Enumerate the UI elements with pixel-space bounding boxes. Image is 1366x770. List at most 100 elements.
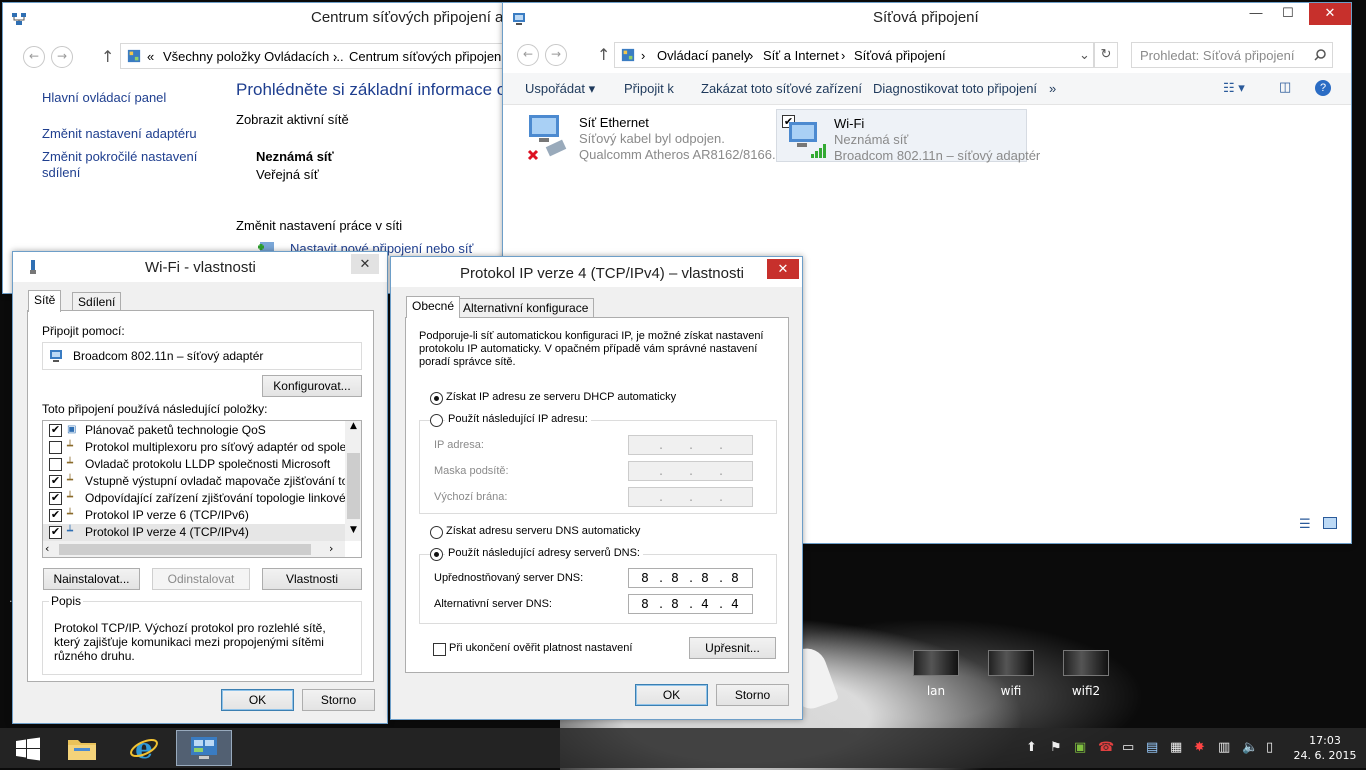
close-button[interactable]: ✕	[767, 259, 799, 279]
search-box[interactable]: Prohledat: Síťová připojení	[1131, 42, 1333, 68]
breadcrumb-overflow[interactable]: «	[147, 49, 154, 64]
list-item[interactable]: ✔ ▣ Plánovač paketů technologie QoS	[43, 422, 345, 439]
monitor-icon[interactable]: ▭	[1122, 740, 1134, 755]
back-button[interactable]: ←	[23, 46, 45, 68]
maximize-button[interactable]: ☐	[1273, 3, 1303, 25]
item-checkbox[interactable]: ✔	[49, 475, 62, 488]
bluetooth-icon[interactable]: ▤	[1146, 740, 1158, 755]
alternate-dns-field[interactable]: 8. 8. 4. 4	[628, 594, 753, 614]
ip-address-field[interactable]: ...	[628, 435, 753, 455]
breadcrumb-item[interactable]: Síťová připojení	[854, 48, 946, 63]
display-icon[interactable]: ▦	[1170, 740, 1182, 755]
subnet-mask-field[interactable]: ...	[628, 461, 753, 481]
item-checkbox[interactable]: ✔	[49, 509, 62, 522]
adapter-ethernet[interactable]: Síť Ethernet Síťový kabel byl odpojen. Q…	[523, 109, 783, 163]
forward-button[interactable]: →	[545, 44, 567, 66]
adapter-wifi[interactable]: ✔ Wi-Fi Neznámá síť Broadcom 802.11n – s…	[776, 109, 1040, 163]
address-bar[interactable]: « Všechny položky Ovládacích ... › Centr…	[120, 43, 515, 69]
up-arrow-icon[interactable]: ↑	[597, 45, 610, 64]
list-item[interactable]: ┷ Ovladač protokolu LLDP společnosti Mic…	[43, 456, 345, 473]
security-icon[interactable]: ✸	[1194, 740, 1205, 755]
properties-button[interactable]: Vlastnosti	[262, 568, 362, 590]
scroll-thumb[interactable]	[347, 453, 360, 519]
item-checkbox[interactable]: ✔	[49, 526, 62, 539]
network-icon[interactable]: ▥	[1218, 740, 1230, 755]
address-bar[interactable]: › Ovládací panely › Síť a Internet › Síť…	[614, 42, 1094, 68]
volume-icon[interactable]: 🔈	[1242, 740, 1258, 755]
clock[interactable]: 17:03 24. 6. 2015	[1290, 733, 1360, 763]
item-checkbox[interactable]: ✔	[49, 492, 62, 505]
tray-icon-red[interactable]: ☎	[1098, 740, 1114, 755]
ok-button[interactable]: OK	[221, 689, 294, 711]
default-gateway-field[interactable]: ...	[628, 487, 753, 507]
up-arrow-icon[interactable]: ↑	[101, 47, 114, 66]
manual-dns-radio[interactable]	[430, 548, 443, 561]
cancel-button[interactable]: Storno	[716, 684, 789, 706]
desktop-icon-wifi[interactable]: wifi	[976, 650, 1046, 698]
breadcrumb-item[interactable]: Síť a Internet	[763, 48, 839, 63]
large-icons-view-icon[interactable]	[1323, 517, 1337, 529]
auto-ip-radio[interactable]	[430, 392, 443, 405]
list-item[interactable]: ┷ Protokol multiplexoru pro síťový adapt…	[43, 439, 345, 456]
advanced-button[interactable]: Upřesnit...	[689, 637, 776, 659]
view-options-icon[interactable]: ☷ ▾	[1223, 80, 1245, 96]
tab-sharing[interactable]: Sdílení	[72, 292, 122, 312]
desktop-icon-wifi2[interactable]: wifi2	[1051, 650, 1121, 698]
breadcrumb-item[interactable]: Ovládací panely	[657, 48, 750, 63]
vertical-scrollbar[interactable]: ▲ ▼	[345, 421, 361, 541]
forward-button[interactable]: →	[51, 46, 73, 68]
item-checkbox[interactable]	[49, 441, 62, 454]
preferred-dns-field[interactable]: 8. 8. 8. 8	[628, 568, 753, 588]
back-button[interactable]: ←	[517, 44, 539, 66]
list-item-selected[interactable]: ✔ ┷ Protokol IP verze 4 (TCP/IPv4)	[43, 524, 345, 541]
auto-dns-radio[interactable]	[430, 526, 443, 539]
nvidia-icon[interactable]: ▣	[1074, 740, 1086, 755]
flag-icon[interactable]: ⚑	[1050, 740, 1062, 755]
item-checkbox[interactable]: ✔	[49, 424, 62, 437]
item-checkbox[interactable]	[49, 458, 62, 471]
diagnose-command[interactable]: Diagnostikovat toto připojení	[873, 81, 1037, 96]
items-list[interactable]: ✔ ▣ Plánovač paketů technologie QoS ┷ Pr…	[42, 420, 362, 558]
more-commands-button[interactable]: »	[1049, 81, 1056, 96]
scroll-left-icon[interactable]: ‹	[45, 542, 49, 555]
scroll-down-icon[interactable]: ▼	[345, 525, 361, 539]
manual-ip-radio[interactable]	[430, 414, 443, 427]
scroll-thumb[interactable]	[59, 544, 311, 555]
breadcrumb-item[interactable]: Centrum síťových připojení a	[349, 49, 514, 64]
refresh-button[interactable]: ↻	[1094, 42, 1118, 68]
minimize-button[interactable]: —	[1241, 3, 1271, 25]
start-button[interactable]	[0, 730, 56, 766]
disable-device-command[interactable]: Zakázat toto síťové zařízení	[701, 81, 862, 96]
ok-button[interactable]: OK	[635, 684, 708, 706]
sidebar-link-control-panel-home[interactable]: Hlavní ovládací panel	[42, 90, 166, 105]
sidebar-link-advanced-sharing[interactable]: Změnit pokročilé nastavení sdílení	[42, 149, 202, 181]
install-button[interactable]: Nainstalovat...	[43, 568, 140, 590]
desktop-icon-lan[interactable]: lan	[901, 650, 971, 698]
cancel-button[interactable]: Storno	[302, 689, 375, 711]
power-icon[interactable]: ▯	[1266, 740, 1273, 755]
horizontal-scrollbar[interactable]: ‹ ›	[43, 541, 345, 557]
details-view-icon[interactable]: ☰	[1299, 517, 1311, 532]
list-item[interactable]: ✔ ┷ Odpovídající zařízení zjišťování top…	[43, 490, 345, 507]
sidebar-link-change-adapter[interactable]: Změnit nastavení adaptéru	[42, 126, 197, 141]
help-icon[interactable]: ?	[1315, 80, 1331, 96]
taskbar-explorer[interactable]	[54, 730, 110, 766]
validate-checkbox[interactable]	[433, 643, 446, 656]
tab-alternate-config[interactable]: Alternativní konfigurace	[457, 298, 595, 318]
taskbar-control-panel[interactable]	[176, 730, 232, 766]
breadcrumb-item[interactable]: Všechny položky Ovládacích ...	[163, 49, 344, 64]
tab-general[interactable]: Obecné	[406, 296, 461, 318]
close-button[interactable]: ✕	[351, 254, 379, 274]
list-item[interactable]: ✔ ┷ Vstupně výstupní ovladač mapovače zj…	[43, 473, 345, 490]
preview-pane-icon[interactable]: ◫	[1279, 79, 1291, 95]
configure-button[interactable]: Konfigurovat...	[262, 375, 362, 397]
close-button[interactable]: ✕	[1309, 3, 1351, 25]
uninstall-button[interactable]: Odinstalovat	[152, 568, 250, 590]
chevron-down-icon[interactable]: ⌄	[1079, 47, 1090, 63]
taskbar-internet-explorer[interactable]: e	[116, 730, 172, 766]
scroll-right-icon[interactable]: ›	[329, 542, 333, 555]
list-item[interactable]: ✔ ┷ Protokol IP verze 6 (TCP/IPv6)	[43, 507, 345, 524]
organize-menu[interactable]: Uspořádat ▾	[525, 81, 595, 97]
connect-to-command[interactable]: Připojit k	[624, 81, 674, 96]
scroll-up-icon[interactable]: ▲	[345, 421, 361, 435]
